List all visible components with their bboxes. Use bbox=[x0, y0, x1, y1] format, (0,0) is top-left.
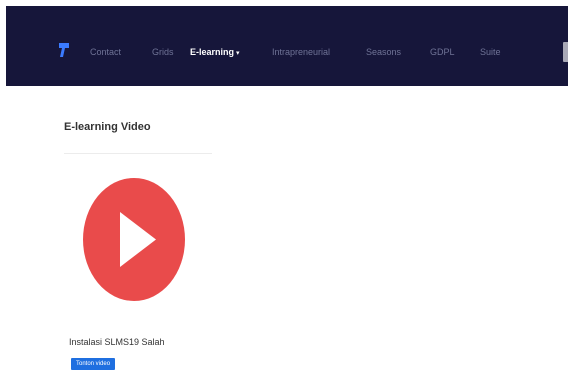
play-icon[interactable] bbox=[83, 178, 185, 301]
nav-item-suite[interactable]: Suite bbox=[480, 47, 501, 58]
nav-item-elearning[interactable]: E-learning ▾ bbox=[190, 47, 240, 59]
watch-video-button[interactable]: Tonton video bbox=[71, 358, 116, 370]
chevron-down-icon: ▾ bbox=[236, 50, 240, 57]
nav-item-elearning-label: E-learning bbox=[190, 47, 235, 57]
divider bbox=[64, 153, 212, 154]
video-title[interactable]: Instalasi SLMS19 Salah bbox=[69, 337, 165, 348]
nav-item-seasons[interactable]: Seasons bbox=[366, 47, 401, 58]
navbar-action-button[interactable] bbox=[563, 42, 568, 62]
nav-item-contact[interactable]: Contact bbox=[90, 47, 121, 58]
page-title: E-learning Video bbox=[64, 121, 151, 133]
video-card: Instalasi SLMS19 Salah Tonton video bbox=[64, 170, 204, 370]
nav-item-intrapreneurial[interactable]: Intrapreneurial bbox=[272, 47, 330, 58]
logo-icon[interactable] bbox=[57, 42, 71, 58]
top-navbar: Contact Grids E-learning ▾ Intrapreneuria… bbox=[6, 6, 568, 86]
nav-item-grids[interactable]: Grids bbox=[152, 47, 174, 58]
nav-item-gdpl[interactable]: GDPL bbox=[430, 47, 455, 58]
page: Contact Grids E-learning ▾ Intrapreneuria… bbox=[0, 0, 568, 383]
